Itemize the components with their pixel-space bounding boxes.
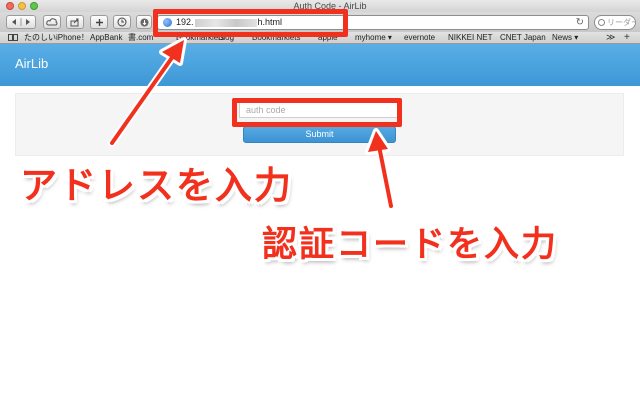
share-button[interactable] — [66, 15, 84, 29]
reload-icon[interactable]: ↻ — [576, 16, 584, 29]
app-brand[interactable]: AirLib — [15, 56, 48, 71]
reader-button[interactable]: リーダー — [594, 15, 636, 30]
share-icon — [70, 18, 79, 26]
add-tab-button[interactable] — [90, 15, 108, 29]
minimize-window-button[interactable] — [18, 2, 26, 10]
book-icon[interactable] — [8, 34, 18, 41]
bookmarks-overflow-icon[interactable]: ≫ — [606, 32, 615, 43]
plus-icon — [95, 18, 103, 26]
bookmark-item[interactable]: News ▾ — [552, 32, 578, 43]
history-button[interactable] — [113, 15, 131, 29]
bookmark-item[interactable]: myhome ▾ — [355, 32, 392, 43]
bookmark-item[interactable]: CNET Japan — [500, 32, 546, 43]
back-forward-icon — [12, 18, 30, 26]
code-annotation-label: 認証コードを入力 — [262, 225, 559, 265]
add-bookmark-icon[interactable]: + — [624, 32, 630, 43]
submit-button[interactable]: Submit — [243, 126, 396, 143]
back-forward-buttons[interactable] — [6, 15, 36, 29]
address-highlight-box — [153, 9, 348, 37]
clock-icon — [117, 17, 127, 27]
bookmark-item[interactable]: evernote — [404, 32, 435, 43]
bookmark-item[interactable]: AppBank — [90, 32, 122, 43]
zoom-window-button[interactable] — [30, 2, 38, 10]
download-icon — [140, 18, 148, 26]
bookmark-item[interactable]: たのしいiPhone！ — [24, 32, 89, 43]
bookmark-item[interactable]: NIKKEI NET — [448, 32, 492, 43]
app-header: AirLib — [0, 44, 640, 86]
download-button[interactable] — [136, 15, 152, 29]
bookmark-item[interactable]: 書.com — [128, 32, 153, 43]
cloud-icon — [46, 18, 58, 26]
auth-input-highlight-box — [232, 98, 402, 127]
icloud-tabs-button[interactable] — [43, 15, 61, 29]
close-window-button[interactable] — [6, 2, 14, 10]
address-annotation-label: アドレスを入力 — [20, 164, 293, 207]
